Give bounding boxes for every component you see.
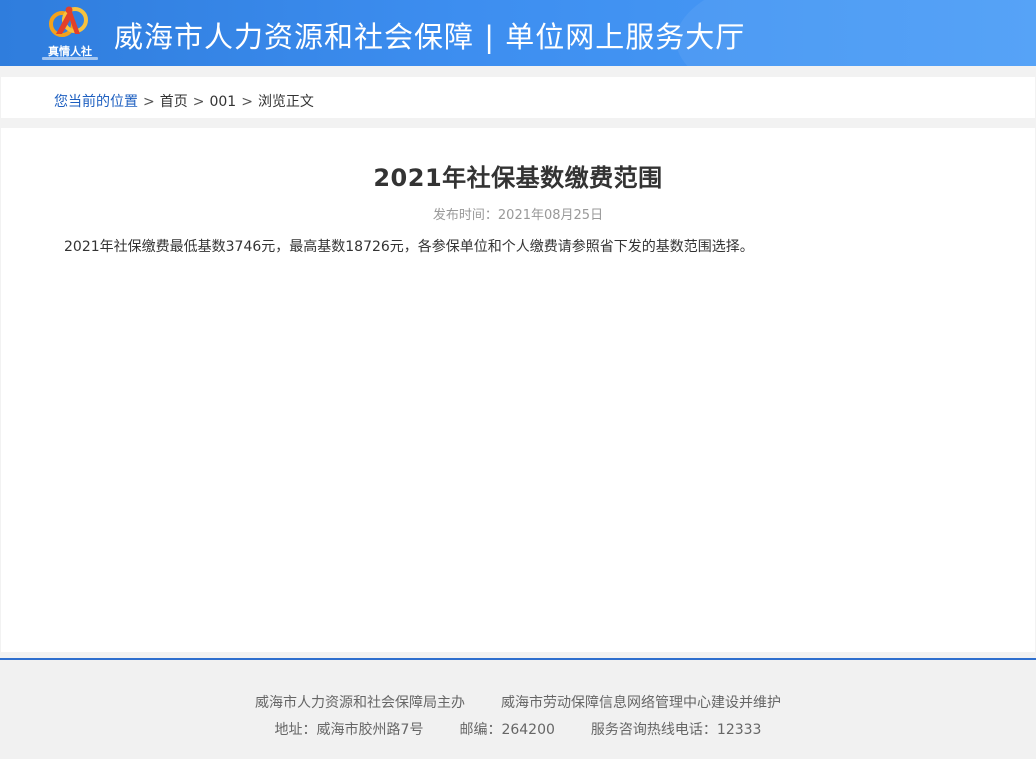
breadcrumb: 您当前的位置 > 首页 >001 > 浏览正文 xyxy=(54,91,314,111)
breadcrumb-category-link[interactable]: 001 xyxy=(209,94,236,110)
publish-date: 发布时间：2021年08月25日 xyxy=(432,208,604,223)
footer-credits: 威海市人力资源和社会保障局主办 威海市劳动保障信息网络管理中心建设并维护 xyxy=(0,692,1036,712)
footer-hotline: 服务咨询热线电话：12333 xyxy=(590,722,762,738)
site-logo[interactable]: 真情人社 xyxy=(42,4,98,64)
logo-emblem-icon xyxy=(49,6,88,37)
breadcrumb-separator: > xyxy=(143,94,155,110)
footer-contact: 地址：威海市胶州路7号 邮编：264200 服务咨询热线电话：12333 xyxy=(0,719,1036,739)
breadcrumb-location-label: 您当前的位置 xyxy=(54,94,138,110)
breadcrumb-current: 浏览正文 xyxy=(257,94,314,110)
breadcrumb-separator: > xyxy=(241,94,253,110)
breadcrumb-bar: 您当前的位置 > 首页 >001 > 浏览正文 xyxy=(1,77,1035,118)
footer-organizer: 威海市人力资源和社会保障局主办 xyxy=(255,695,465,711)
site-title: 威海市人力资源和社会保障 | 单位网上服务大厅 xyxy=(114,20,746,54)
breadcrumb-home-link[interactable]: 首页 xyxy=(160,94,188,110)
footer-postcode: 邮编：264200 xyxy=(459,722,555,738)
site-footer: 威海市人力资源和社会保障局主办 威海市劳动保障信息网络管理中心建设并维护 地址：威… xyxy=(0,658,1036,759)
footer-address: 地址：威海市胶州路7号 xyxy=(274,722,424,738)
breadcrumb-separator: > xyxy=(192,94,205,110)
logo-tagline xyxy=(42,57,98,60)
footer-maintainer: 威海市劳动保障信息网络管理中心建设并维护 xyxy=(501,695,781,711)
article-panel: 2021年社保基数缴费范围 发布时间：2021年08月25日 2021年社保缴费… xyxy=(1,128,1035,652)
site-header: 真情人社 威海市人力资源和社会保障 | 单位网上服务大厅 xyxy=(0,0,1036,66)
article-body: 2021年社保缴费最低基数3746元，最高基数18726元，各参保单位和个人缴费… xyxy=(64,239,754,255)
article-title: 2021年社保基数缴费范围 xyxy=(373,164,663,192)
